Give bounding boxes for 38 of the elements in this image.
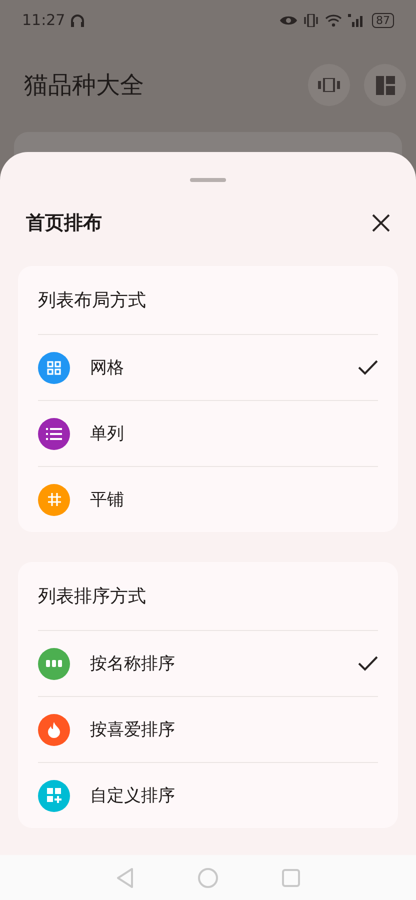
battery-level: 87 <box>372 12 394 28</box>
section-title: 列表布局方式 <box>38 266 378 335</box>
option-row[interactable]: 网格 <box>38 335 378 401</box>
check-icon <box>358 360 378 375</box>
vibrate-icon <box>303 14 319 26</box>
list-icon <box>46 428 62 440</box>
close-icon <box>372 214 390 232</box>
carousel-button[interactable] <box>308 64 350 106</box>
grid-icon <box>47 360 61 374</box>
option-label: 按名称排序 <box>90 653 176 675</box>
option-label: 平铺 <box>90 489 125 511</box>
flame-icon <box>48 722 60 738</box>
wifi-icon <box>325 14 342 26</box>
dashboard-icon <box>376 76 394 94</box>
layout-button[interactable] <box>364 64 406 106</box>
check-icon <box>358 656 378 671</box>
option-label: 自定义排序 <box>90 785 176 807</box>
sheet-title: 首页排布 <box>26 211 102 236</box>
option-row[interactable]: 平铺 <box>38 467 378 532</box>
option-label: 网格 <box>90 357 125 379</box>
option-label: 按喜爱排序 <box>90 719 176 741</box>
option-row[interactable]: 自定义排序 <box>38 763 378 828</box>
headphones-icon <box>71 14 84 26</box>
hash-icon <box>48 493 60 506</box>
status-time: 11:27 <box>22 11 66 29</box>
back-icon[interactable] <box>116 868 134 888</box>
option-label: 单列 <box>90 423 125 445</box>
add-tiles-icon <box>46 788 62 803</box>
eye-icon <box>280 14 297 26</box>
drag-handle[interactable] <box>190 178 226 182</box>
page-title: 猫品种大全 <box>24 70 144 101</box>
recents-icon[interactable] <box>282 868 300 886</box>
option-row[interactable]: 按名称排序 <box>38 631 378 697</box>
home-icon[interactable] <box>198 868 218 888</box>
carousel-icon <box>318 78 340 92</box>
option-row[interactable]: 单列 <box>38 401 378 467</box>
section-title: 列表排序方式 <box>38 562 378 631</box>
option-row[interactable]: 按喜爱排序 <box>38 697 378 763</box>
